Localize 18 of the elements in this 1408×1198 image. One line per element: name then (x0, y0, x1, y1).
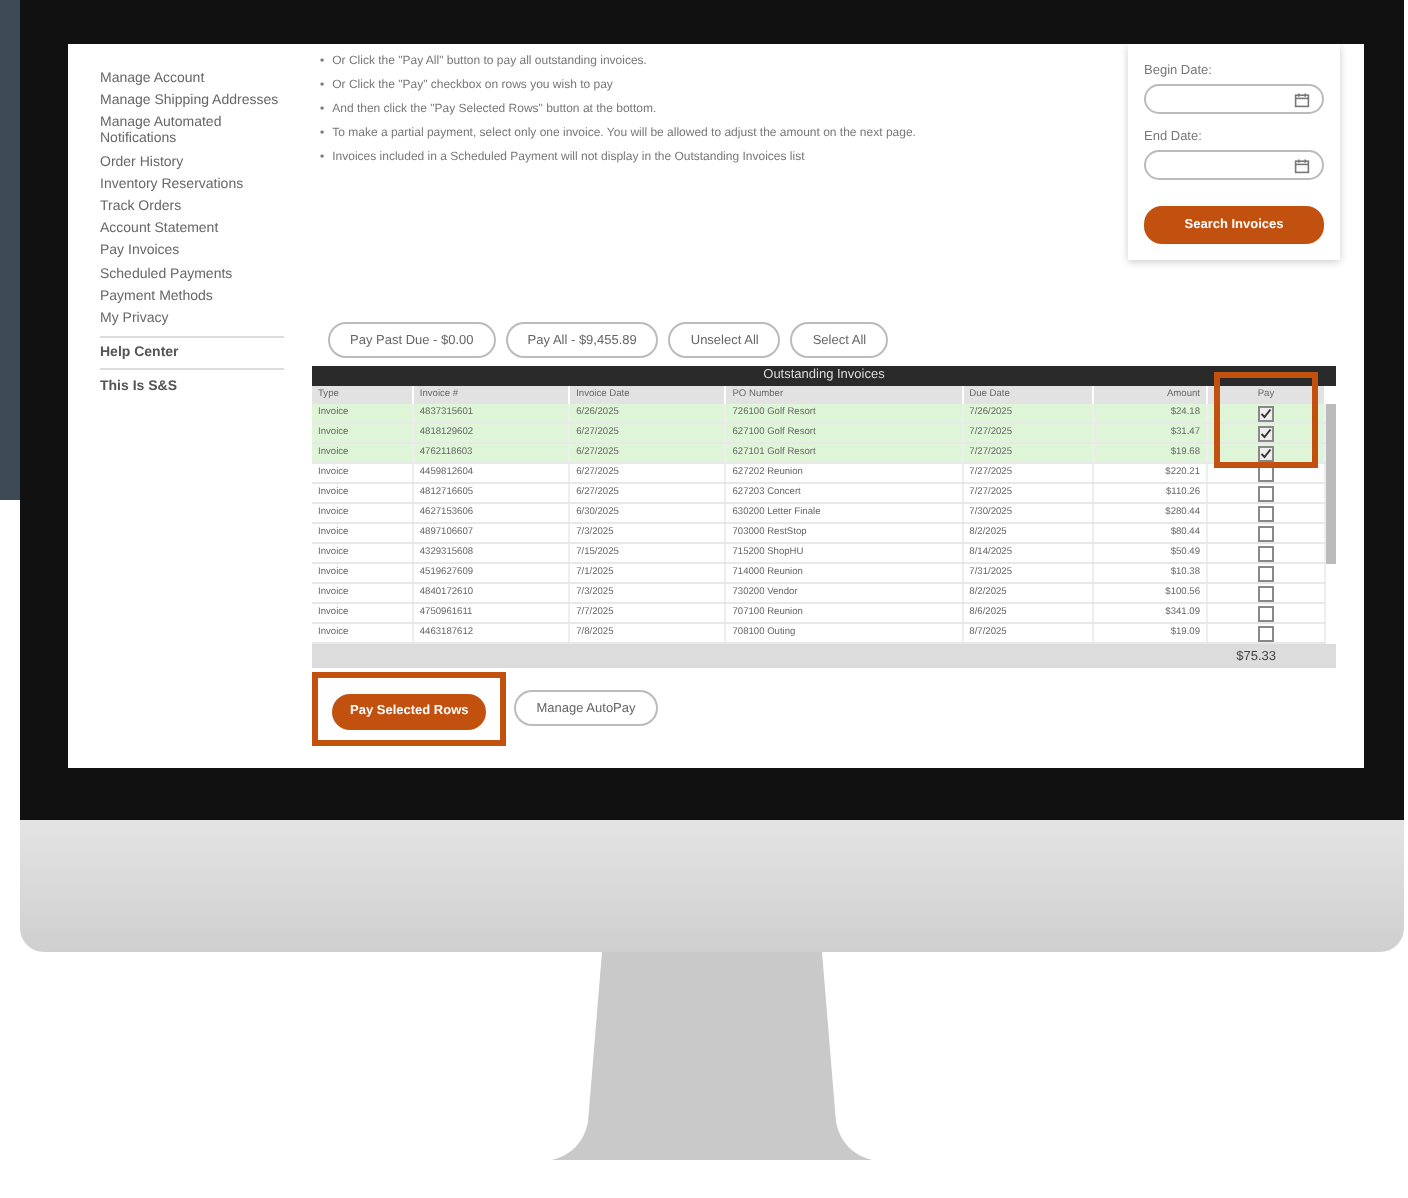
highlight-frame (1214, 372, 1318, 468)
pay-checkbox[interactable] (1258, 545, 1274, 561)
calendar-icon (1294, 91, 1310, 107)
pay-checkbox[interactable] (1258, 505, 1274, 521)
pay-checkbox[interactable] (1258, 565, 1274, 581)
pay-checkbox[interactable] (1258, 605, 1274, 621)
pay-checkbox[interactable] (1258, 425, 1274, 441)
pay-checkbox[interactable] (1258, 525, 1274, 541)
pay-checkbox[interactable] (1258, 485, 1274, 501)
pay-checkbox[interactable] (1258, 625, 1274, 641)
calendar-icon (1294, 157, 1310, 173)
pay-checkbox[interactable] (1258, 445, 1274, 461)
pay-checkbox[interactable] (1258, 465, 1274, 481)
date-field[interactable] (1144, 150, 1324, 180)
pay-checkbox[interactable] (1258, 405, 1274, 421)
date-field[interactable] (1144, 84, 1324, 114)
pay-checkbox[interactable] (1258, 585, 1274, 601)
scrollbar[interactable] (1326, 404, 1336, 564)
